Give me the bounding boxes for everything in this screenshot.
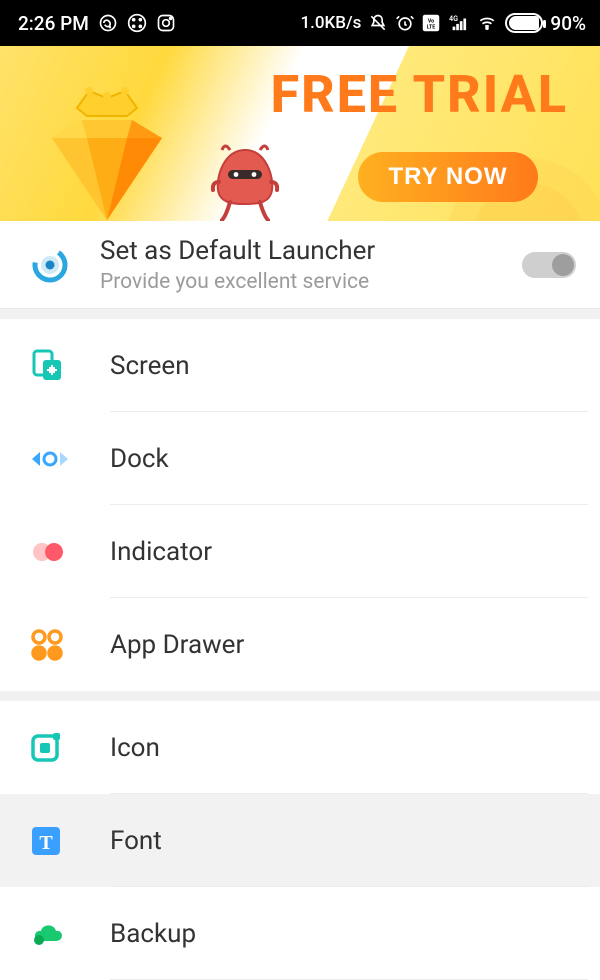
- status-net-speed: 1.0KB/s: [301, 13, 362, 33]
- mascot-icon: [210, 142, 280, 221]
- font-icon: T: [30, 825, 110, 857]
- default-launcher-title: Set as Default Launcher: [100, 236, 375, 266]
- wifi-icon: [476, 14, 498, 32]
- settings-row-backup[interactable]: Backup: [0, 887, 600, 980]
- settings-row-icon[interactable]: Icon: [0, 701, 600, 794]
- settings-section-layout: Screen Dock Indicator: [0, 319, 600, 691]
- settings-label: Font: [110, 826, 162, 856]
- settings-row-app-drawer[interactable]: App Drawer: [0, 598, 600, 691]
- backup-icon: [30, 921, 110, 947]
- battery-icon: [505, 13, 543, 33]
- diamond-crown-icon: [42, 86, 172, 221]
- status-bar: 2:26 PM 1.0KB/s VoLTE 4G 90%: [0, 0, 600, 46]
- indicator-icon: [30, 540, 110, 564]
- status-time: 2:26 PM: [18, 12, 89, 35]
- settings-label: Backup: [110, 919, 196, 949]
- default-launcher-toggle[interactable]: [522, 252, 576, 278]
- settings-label: Dock: [110, 444, 169, 474]
- app-drawer-icon: [30, 628, 110, 662]
- settings-row-dock[interactable]: Dock: [0, 412, 600, 505]
- settings-section-appearance: Icon T Font Backup: [0, 701, 600, 980]
- settings-label: Screen: [110, 351, 190, 381]
- gear-icon: [30, 245, 100, 285]
- settings-label: Indicator: [110, 537, 212, 567]
- svg-text:T: T: [39, 832, 53, 854]
- screen-icon: [30, 348, 110, 384]
- svg-text:Vo: Vo: [428, 18, 434, 24]
- settings-row-screen[interactable]: Screen: [0, 319, 600, 412]
- set-default-launcher-row[interactable]: Set as Default Launcher Provide you exce…: [0, 221, 600, 309]
- app-tray-icon: [127, 13, 147, 33]
- settings-label: App Drawer: [110, 630, 244, 660]
- whatsapp-icon: [98, 13, 118, 33]
- status-battery-pct: 90%: [550, 12, 586, 35]
- alarm-icon: [395, 13, 415, 33]
- svg-text:LTE: LTE: [427, 24, 436, 30]
- mute-icon: [368, 13, 388, 33]
- signal-icon: 4G: [447, 14, 469, 32]
- free-trial-banner[interactable]: FREE TRIAL TRY NOW: [0, 46, 600, 221]
- volte-icon: VoLTE: [422, 14, 440, 32]
- svg-text:4G: 4G: [449, 14, 458, 23]
- dock-icon: [30, 448, 110, 470]
- instagram-icon: [156, 13, 176, 33]
- settings-row-font[interactable]: T Font: [0, 794, 600, 887]
- default-launcher-subtitle: Provide you excellent service: [100, 270, 375, 294]
- settings-label: Icon: [110, 733, 160, 763]
- banner-title: FREE TRIAL: [271, 64, 568, 125]
- icon-icon: [30, 731, 110, 765]
- try-now-button[interactable]: TRY NOW: [358, 152, 538, 202]
- settings-row-indicator[interactable]: Indicator: [0, 505, 600, 598]
